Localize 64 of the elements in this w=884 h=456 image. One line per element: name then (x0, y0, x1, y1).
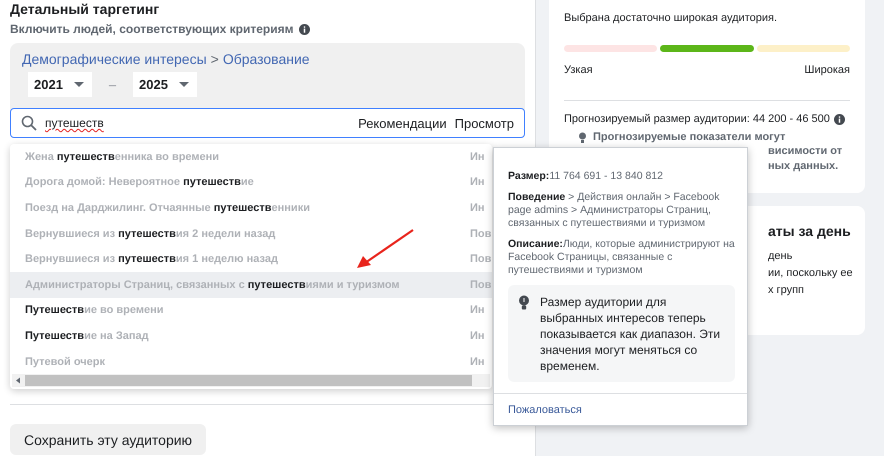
suggestion-label: Путешествие на Запад (25, 330, 150, 342)
breadcrumb-link[interactable]: Демографические интересы (22, 49, 207, 69)
section-title: Детальный таргетинг (10, 0, 160, 18)
caret-icon (179, 82, 189, 87)
meter-max-label: Широкая (804, 63, 850, 78)
suggestion-label: Вернувшиеся из путешествия 1 неделю назад (25, 253, 279, 266)
suggestion-type: Ин (470, 304, 486, 316)
category-path: Поведение > Действия онлайн > Facebook page admins > Администраторы Страниц, связанных с путешествиями и туризмом (508, 191, 720, 230)
estimate-note: висимости от (768, 144, 842, 159)
card-text: день (768, 249, 792, 264)
breadcrumb-separator: > (210, 50, 219, 69)
card-text: х групп (768, 283, 804, 298)
suggestion-row[interactable]: Вернувшиеся из путешествия 1 неделю назад Пов (10, 246, 492, 272)
suggestion-row[interactable]: Администраторы Страниц, связанных с путешествиями и туризмом Пов (10, 272, 492, 298)
info-icon (298, 24, 310, 34)
audience-size: Размер:11 764 691 - 13 840 812 (508, 170, 664, 183)
suggestion-type: Пов (470, 253, 492, 266)
suggestion-type: Ин (470, 330, 486, 342)
lightbulb-icon (578, 132, 587, 142)
pointer-arrow (355, 228, 415, 270)
info-icon (834, 114, 845, 124)
suggestion-type: Ин (470, 202, 486, 214)
suggestion-row[interactable]: Дорога домой: Невероятное путешествие Ин (10, 170, 492, 196)
horizontal-scrollbar[interactable] (12, 374, 490, 388)
search-tab-link[interactable]: Рекомендации (358, 116, 447, 130)
suggestion-type: Ин (470, 150, 486, 163)
suggestion-label: Дорога домой: Невероятное путешествие (25, 176, 255, 188)
description-text: Описание:Люди, которые администрируют на Facebook Страницы, связанные с путешествиями и туризмом (508, 238, 735, 277)
search-icon (21, 115, 37, 131)
section-subtitle: Включить людей, соответствующих критериям (10, 21, 294, 37)
notice-text: Размер аудитории для выбранных интересов теперь показывается как диапазон. Эти значения могут меняться со временем. (540, 294, 722, 374)
range-dash: – (108, 77, 118, 92)
suggestion-row[interactable]: Путешествие во времени Ин (10, 298, 492, 324)
estimate-note: ных данных. (768, 159, 838, 174)
suggestion-label: Путешествие во времени (25, 304, 165, 316)
audience-estimate: Прогнозируемый размер аудитории: 44 200 - 46 500 (564, 112, 830, 127)
suggestion-row[interactable]: Жена путешественника во времени Ин (10, 144, 492, 170)
suggestion-type: Пов (470, 228, 492, 240)
suggestion-label: Вернувшиеся из путешествия 2 недели назад (25, 228, 276, 240)
suggestion-type: Пов (470, 278, 492, 291)
caret-icon (74, 82, 84, 87)
suggestion-row[interactable]: Путешествие на Запад Ин (10, 323, 492, 349)
suggestion-row[interactable]: Поезд на Дарджилинг. Отчаянные путешественники Ин (10, 195, 492, 221)
card-text: ии, поскольку ее (768, 266, 853, 281)
search-tab-link[interactable]: Просмотр (454, 116, 514, 130)
breadcrumb-link[interactable]: Образование (222, 49, 310, 69)
card-title: аты за день (768, 222, 851, 240)
year-select[interactable]: 2021 (28, 72, 92, 97)
suggestion-label: Жена путешественника во времени (25, 150, 220, 163)
suggestion-label: Путевой очерк (25, 356, 106, 368)
audience-summary: Выбрана достаточно широкая аудитория. (564, 11, 778, 26)
suggestion-row[interactable]: Вернувшиеся из путешествия 2 недели назад Пов (10, 220, 492, 246)
lightbulb-icon (518, 295, 530, 310)
suggestion-label: Поезд на Дарджилинг. Отчаянные путешественники (25, 202, 311, 214)
save-audience-button[interactable]: Сохранить эту аудиторию (10, 424, 206, 455)
suggestion-type: Ин (470, 176, 486, 188)
estimate-note: Прогнозируемые показатели могут (593, 130, 786, 144)
report-link[interactable]: Пожаловаться (508, 404, 582, 416)
suggestion-type: Ин (470, 356, 486, 368)
meter-min-label: Узкая (564, 63, 593, 78)
search-field[interactable]: путешеств Рекомендации Просмотр (10, 108, 525, 138)
search-value: путешеств (45, 116, 105, 130)
suggestion-label: Администраторы Страниц, связанных с путешествиями и туризмом (25, 278, 401, 291)
year-select[interactable]: 2025 (133, 72, 197, 97)
